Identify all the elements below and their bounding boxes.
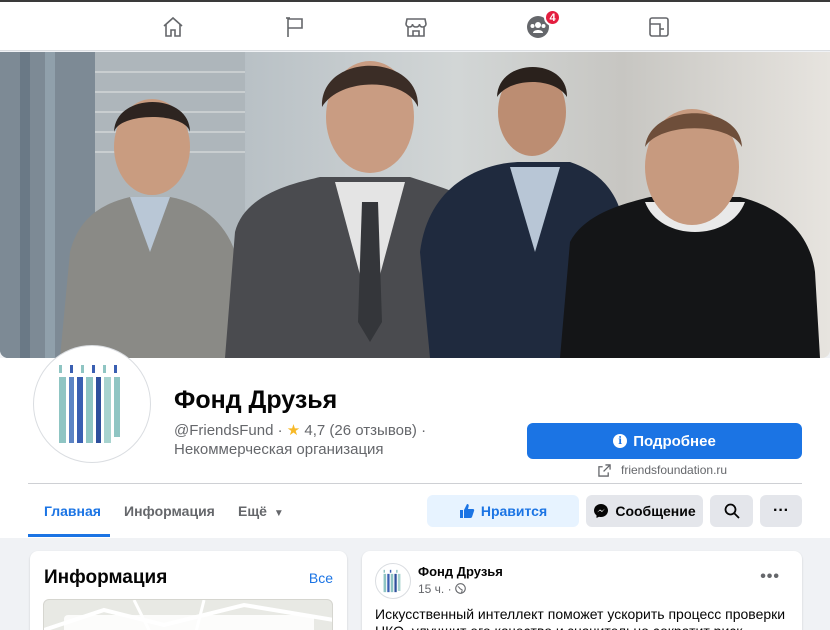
home-icon[interactable] bbox=[160, 14, 186, 40]
page-rating[interactable]: 4,7 (26 отзывов) bbox=[304, 422, 417, 439]
tab-more-label: Ещё bbox=[238, 503, 267, 519]
more-options-button[interactable]: ··· bbox=[760, 495, 802, 527]
page-avatar[interactable] bbox=[33, 345, 151, 463]
message-button-label: Сообщение bbox=[615, 503, 696, 519]
page-title: Фонд Друзья bbox=[174, 386, 338, 414]
website-url: friendsfoundation.ru bbox=[621, 463, 728, 477]
pages-flag-icon[interactable] bbox=[282, 14, 308, 40]
thumbs-up-icon bbox=[459, 504, 475, 518]
info-icon: i bbox=[613, 434, 628, 448]
globe-icon bbox=[455, 583, 466, 594]
info-card-title: Информация bbox=[44, 567, 168, 588]
notification-badge: 4 bbox=[544, 9, 561, 26]
post-text: Искусственный интеллект поможет ускорить… bbox=[375, 606, 786, 630]
details-button-label: Подробнее bbox=[633, 432, 716, 450]
messenger-icon bbox=[594, 504, 609, 518]
meta-trailing-dot: · bbox=[416, 422, 427, 439]
like-button-label: Нравится bbox=[480, 503, 548, 519]
website-link[interactable]: friendsfoundation.ru bbox=[598, 463, 727, 477]
map-image bbox=[44, 600, 332, 630]
cover-photo-image bbox=[0, 52, 820, 358]
message-button[interactable]: Сообщение bbox=[586, 495, 703, 527]
caret-down-icon: ▼ bbox=[273, 508, 284, 519]
see-all-link[interactable]: Все bbox=[309, 570, 333, 586]
post-time-label: 15 ч. · bbox=[418, 582, 452, 596]
search-icon bbox=[724, 503, 740, 519]
cover-photo[interactable] bbox=[0, 52, 830, 358]
post-author-name[interactable]: Фонд Друзья bbox=[418, 564, 503, 579]
details-button[interactable]: i Подробнее bbox=[527, 423, 802, 459]
star-icon: ★ bbox=[286, 422, 301, 439]
page-handle[interactable]: @FriendsFund bbox=[174, 422, 273, 439]
meta-separator: · bbox=[273, 422, 287, 439]
info-card: Информация Все bbox=[30, 551, 347, 630]
page-category[interactable]: Некоммерческая организация bbox=[174, 440, 426, 459]
groups-icon[interactable]: 4 bbox=[525, 9, 561, 40]
tab-home[interactable]: Главная bbox=[44, 503, 101, 519]
friends-fund-logo-small bbox=[383, 569, 401, 593]
external-link-icon bbox=[598, 463, 611, 477]
top-navigation: 4 bbox=[0, 0, 830, 51]
active-tab-indicator bbox=[28, 534, 110, 537]
post-timestamp[interactable]: 15 ч. · bbox=[418, 582, 466, 596]
gaming-icon[interactable] bbox=[646, 14, 672, 40]
marketplace-icon[interactable] bbox=[403, 14, 429, 40]
page-meta: @FriendsFund · ★ 4,7 (26 отзывов) · Неко… bbox=[174, 421, 426, 459]
tab-info[interactable]: Информация bbox=[124, 503, 215, 519]
header-divider bbox=[28, 483, 802, 484]
location-map[interactable] bbox=[43, 599, 333, 630]
post-card: Фонд Друзья 15 ч. · ••• Искусственный ин… bbox=[362, 551, 802, 630]
like-button[interactable]: Нравится bbox=[427, 495, 579, 527]
friends-fund-logo bbox=[59, 365, 120, 443]
search-button[interactable] bbox=[710, 495, 753, 527]
more-dots-icon: ··· bbox=[773, 502, 789, 519]
post-options-button[interactable]: ••• bbox=[760, 568, 780, 586]
tab-more[interactable]: Ещё ▼ bbox=[238, 503, 284, 519]
post-author-avatar[interactable] bbox=[375, 563, 411, 599]
